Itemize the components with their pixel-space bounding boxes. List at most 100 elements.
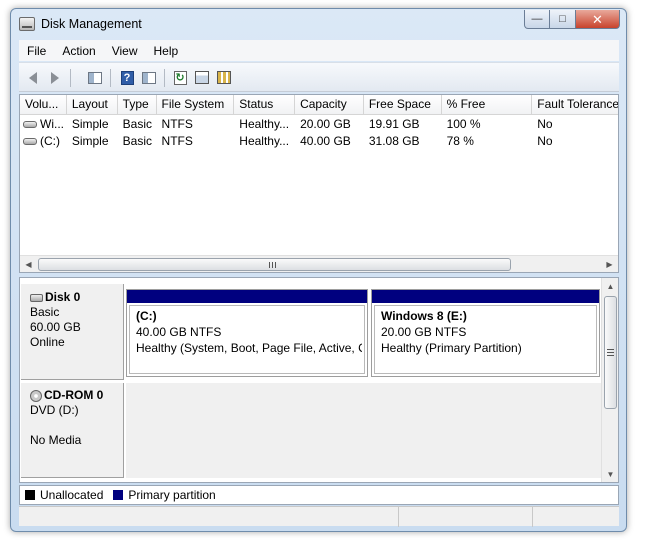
disk-size [21, 418, 123, 433]
primary-partition-swatch [113, 490, 124, 500]
scroll-down-button[interactable]: ▼ [602, 466, 618, 482]
console-tree-button[interactable] [86, 69, 104, 86]
capacity-cell: 40.00 GB [300, 134, 351, 148]
refresh-icon: ↻ [173, 70, 187, 85]
scroll-right-button[interactable]: ▶ [601, 256, 618, 273]
partition-bar [372, 290, 599, 303]
settings-button[interactable] [215, 69, 233, 86]
partition-size: 20.00 GB NTFS [381, 325, 467, 339]
cdrom-0-label[interactable]: CD-ROM 0 DVD (D:) No Media [21, 383, 124, 478]
maximize-button[interactable]: □ [550, 10, 576, 29]
back-button[interactable] [24, 69, 42, 86]
layout-cell: Simple [71, 117, 109, 131]
disk-0-label[interactable]: Disk 0 Basic 60.00 GB Online [21, 284, 124, 380]
partition-size: 40.00 GB NTFS [136, 325, 222, 339]
column-header-layout[interactable]: Layout [67, 95, 118, 115]
properties-icon [195, 71, 209, 84]
forward-button[interactable] [46, 69, 64, 86]
title-bar[interactable]: Disk Management — □ ✕ [11, 9, 626, 39]
status-bar [19, 506, 619, 527]
drive-icon [23, 121, 37, 129]
scroll-grip-icon [269, 262, 278, 268]
scroll-left-button[interactable]: ◀ [20, 256, 37, 273]
column-header-type[interactable]: Type [118, 95, 157, 115]
vertical-scroll-thumb[interactable] [604, 296, 617, 409]
toolbar-separator [70, 69, 71, 87]
status-cell: Healthy... [239, 117, 290, 131]
partition-status: Healthy (System, Boot, Page File, Active… [136, 341, 362, 355]
partition-status: Healthy (Primary Partition) [381, 341, 522, 355]
disk-management-app-icon [19, 17, 35, 31]
scroll-up-button[interactable]: ▲ [602, 278, 618, 294]
help-button[interactable]: ? [118, 69, 136, 86]
status-segment [19, 507, 399, 527]
chevron-right-icon: ▶ [606, 260, 613, 269]
caption-buttons: — □ ✕ [524, 10, 620, 30]
disk-status: No Media [30, 433, 82, 447]
minimize-icon: — [531, 12, 543, 25]
legend: Unallocated Primary partition [19, 485, 619, 505]
table-row[interactable]: Wi... Simple Basic NTFS Healthy... 20.00… [20, 116, 618, 133]
menu-view[interactable]: View [104, 44, 146, 58]
drive-icon [23, 138, 37, 146]
fault-tolerance-cell: No [537, 134, 553, 148]
disk-type: Basic [30, 305, 60, 319]
column-header-free-space[interactable]: Free Space [364, 95, 442, 115]
free-space-cell: 19.91 GB [368, 117, 420, 131]
partition-bar [127, 290, 367, 303]
column-header-percent-free[interactable]: % Free [442, 95, 533, 115]
minimize-button[interactable]: — [524, 10, 550, 29]
column-header-capacity[interactable]: Capacity [295, 95, 364, 115]
horizontal-scroll-thumb[interactable] [38, 258, 511, 271]
column-header-volume[interactable]: Volu... [20, 95, 67, 115]
volume-cell: (C:) [20, 133, 67, 150]
show-action-pane-button[interactable] [140, 69, 158, 86]
toolbar-separator [164, 69, 165, 87]
refresh-button[interactable]: ↻ [171, 69, 189, 86]
table-row[interactable]: (C:) Simple Basic NTFS Healthy... 40.00 … [20, 133, 618, 150]
chevron-left-icon: ◀ [25, 260, 32, 269]
vertical-scrollbar[interactable]: ▲ ▼ [601, 278, 618, 482]
volume-list: Volu... Layout Type File System Status C… [19, 94, 619, 273]
show-action-pane-icon [142, 71, 156, 84]
disk-map: Disk 0 Basic 60.00 GB Online (C:) 40.00 … [19, 277, 619, 483]
free-space-cell: 31.08 GB [368, 134, 420, 148]
status-segment [533, 507, 619, 527]
legend-unallocated: Unallocated [40, 488, 104, 502]
disk-management-window: Disk Management — □ ✕ File Action View H… [10, 8, 627, 532]
disk-size: 60.00 GB [30, 320, 81, 334]
menu-file[interactable]: File [19, 44, 54, 58]
file-system-cell: NTFS [161, 134, 193, 148]
scroll-grip-icon [607, 349, 614, 356]
close-icon: ✕ [592, 11, 603, 27]
file-system-cell: NTFS [161, 117, 193, 131]
menu-action[interactable]: Action [54, 44, 103, 58]
capacity-cell: 20.00 GB [300, 117, 351, 131]
column-header-fault-tolerance[interactable]: Fault Tolerance [532, 95, 618, 115]
type-cell: Basic [122, 134, 153, 148]
volume-list-header: Volu... Layout Type File System Status C… [20, 95, 618, 115]
menu-help[interactable]: Help [146, 44, 187, 58]
toolbar: ? ↻ [19, 62, 619, 92]
window-title: Disk Management [41, 17, 142, 31]
partition-windows-8-e[interactable]: Windows 8 (E:) 20.00 GB NTFS Healthy (Pr… [371, 289, 600, 377]
status-cell: Healthy... [239, 134, 290, 148]
partition-name: Windows 8 (E:) [381, 309, 467, 323]
unallocated-swatch [25, 490, 35, 500]
console-tree-icon [88, 71, 102, 84]
column-header-file-system[interactable]: File System [157, 95, 235, 115]
disk-name: CD-ROM 0 [21, 388, 123, 403]
cdrom-0-media-area[interactable] [126, 383, 601, 478]
close-button[interactable]: ✕ [576, 10, 620, 29]
volume-name: (C:) [40, 134, 60, 148]
volume-name: Wi... [40, 117, 64, 131]
settings-icon [217, 71, 231, 84]
partition-c[interactable]: (C:) 40.00 GB NTFS Healthy (System, Boot… [126, 289, 368, 377]
fault-tolerance-cell: No [537, 117, 553, 131]
column-header-status[interactable]: Status [234, 95, 296, 115]
horizontal-scrollbar[interactable]: ◀ ▶ [20, 255, 618, 272]
help-icon: ? [120, 70, 134, 85]
hard-disk-icon [30, 293, 43, 302]
maximize-icon: □ [559, 12, 566, 25]
properties-button[interactable] [193, 69, 211, 86]
